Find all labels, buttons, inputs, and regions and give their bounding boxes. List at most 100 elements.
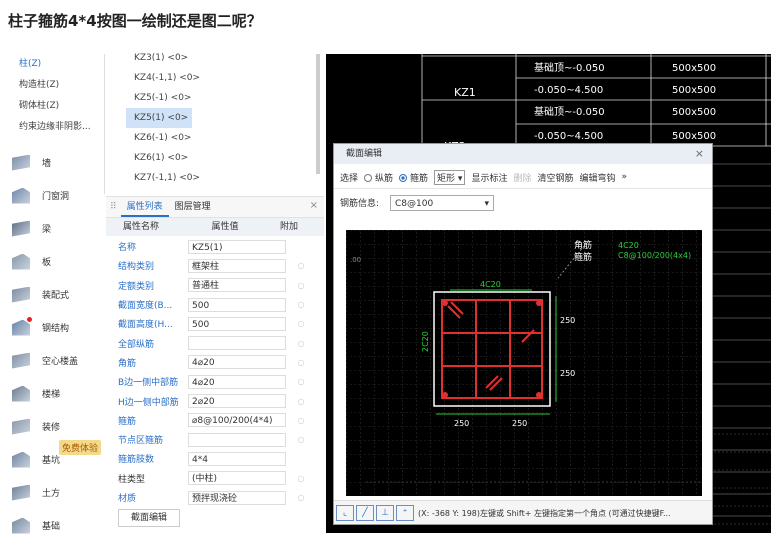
property-value-field[interactable]: 2⌀20 (188, 394, 286, 409)
stirrup-label: 箍筋 (574, 251, 592, 263)
hollow-floor-icon (12, 352, 30, 369)
software-panel: 柱(Z) 构造柱(Z) 砌体柱(Z) 约束边缘非阴影... KZ3(1) <0> KZ4… (8, 48, 326, 534)
column-name-kz1: KZ1 (454, 86, 476, 99)
decoration-icon (12, 418, 30, 435)
free-trial-badge[interactable]: 免费体验 (59, 440, 102, 455)
extra-checkbox[interactable]: ○ (286, 493, 316, 502)
property-value-field[interactable]: 普通柱 (188, 278, 286, 293)
radio-longitudinal[interactable]: 纵筋 (364, 171, 393, 184)
nav-item[interactable]: 板 (8, 245, 108, 278)
property-value-field[interactable]: 500 (188, 316, 286, 331)
property-value-field[interactable]: 框架柱 (188, 258, 286, 273)
grid (346, 230, 702, 496)
nav-item[interactable]: 钢结构 (8, 311, 108, 344)
property-row: 截面高度(H... 500 ○ (106, 314, 324, 333)
extra-checkbox[interactable]: ○ (286, 397, 316, 406)
toolbar-more-icon[interactable]: » (622, 172, 628, 182)
property-value-field[interactable]: 4*4 (188, 451, 286, 466)
section-edit-button[interactable]: 截面编辑 (118, 509, 180, 527)
select-tool[interactable]: 选择 (340, 171, 358, 184)
close-icon[interactable]: × (695, 144, 704, 164)
property-name: 截面宽度(B... (118, 301, 173, 312)
property-row: 箍筋 ⌀8@100/200(4*4) ○ (106, 411, 324, 430)
close-icon[interactable]: × (310, 200, 318, 211)
property-value-field[interactable]: 预拌现浇砼 (188, 490, 286, 505)
extra-checkbox[interactable]: ○ (286, 474, 316, 483)
component-item[interactable]: KZ5(1) <0> (126, 108, 192, 128)
property-value-field[interactable] (188, 336, 286, 351)
offset-icon[interactable]: ⁺ (396, 505, 414, 521)
corner-bar (536, 392, 542, 398)
tab-layer-management[interactable]: 图层管理 (169, 197, 217, 217)
component-item[interactable]: KZ5(-1) <0> (126, 88, 306, 108)
notification-dot (27, 317, 32, 322)
category-item[interactable]: 约束边缘非阴影... (8, 117, 96, 138)
draw-rect-icon[interactable]: ⌞ (336, 505, 354, 521)
nav-item[interactable]: 墙 (8, 146, 108, 179)
earthwork-icon (12, 484, 30, 501)
extra-checkbox[interactable]: ○ (286, 358, 316, 367)
component-item[interactable]: KZ7(-1,1) <0> (126, 168, 306, 188)
property-value-field[interactable] (188, 432, 286, 447)
corner-rebar-label: 角筋 (574, 239, 592, 251)
nav-item[interactable]: 梁 (8, 212, 108, 245)
slab-icon (12, 253, 30, 270)
module-nav: 墙门窗洞梁板装配式 钢结构 空心楼盖 楼梯 装修 基坑 土方 基础 (8, 146, 108, 542)
property-value-field[interactable]: 4⌀20 (188, 374, 286, 389)
property-name: 结构类别 (118, 262, 155, 273)
category-item[interactable]: 柱(Z) (8, 54, 96, 75)
property-value-field[interactable]: ⌀8@100/200(4*4) (188, 413, 286, 428)
clear-rebar-button[interactable]: 清空钢筋 (537, 171, 573, 184)
nav-item[interactable]: 土方 (8, 476, 108, 509)
nav-item[interactable]: 装修 (8, 410, 108, 443)
rebar-info-label: 钢筋信息: (340, 199, 380, 209)
drag-handle-icon[interactable]: ⠿ (110, 202, 117, 212)
extra-checkbox[interactable]: ○ (286, 261, 316, 270)
component-item[interactable]: KZ4(-1,1) <0> (126, 68, 306, 88)
property-name: 箍筋 (118, 416, 137, 427)
shape-dropdown[interactable]: 矩形 ▾ (434, 169, 466, 185)
nav-item[interactable]: 门窗洞 (8, 179, 108, 212)
section-size-text: 500x500 (672, 85, 716, 96)
show-label-button[interactable]: 显示标注 (471, 171, 507, 184)
component-list: KZ3(1) <0> KZ4(-1,1) <0> KZ5(-1) <0> KZ5(1)… (126, 48, 306, 188)
component-list-scrollbar[interactable] (316, 54, 320, 174)
component-item[interactable]: KZ3(1) <0> (126, 48, 306, 68)
extra-checkbox[interactable]: ○ (286, 416, 316, 425)
category-item[interactable]: 构造柱(Z) (8, 75, 96, 96)
extra-checkbox[interactable]: ○ (286, 319, 316, 328)
dim-250-right-2: 250 (560, 369, 575, 378)
nav-item[interactable]: 楼梯 (8, 377, 108, 410)
extra-checkbox[interactable]: ○ (286, 300, 316, 309)
edit-hook-button[interactable]: 编辑弯钩 (580, 171, 616, 184)
section-size-text: 500x500 (672, 107, 716, 118)
component-item[interactable]: KZ6(1) <0> (126, 148, 306, 168)
property-row: 结构类别 框架柱 ○ (106, 256, 324, 275)
nav-item[interactable]: 空心楼盖 (8, 344, 108, 377)
rebar-info-select[interactable]: C8@100 ▾ (390, 195, 494, 211)
scroll-up-icon[interactable]: ^ (8, 0, 16, 7)
orthogonal-icon[interactable]: ⊥ (376, 505, 394, 521)
component-item[interactable]: KZ6(-1) <0> (126, 128, 306, 148)
delete-button[interactable]: 删除 (513, 171, 531, 184)
section-canvas[interactable]: .00 角筋 箍筋 4C20 C8@100/200(4x4) 4C20 2C20 (346, 230, 702, 496)
shape-dropdown-label: 矩形 (437, 173, 456, 184)
tab-attribute-list[interactable]: 属性列表 (120, 197, 169, 217)
extra-checkbox[interactable]: ○ (286, 281, 316, 290)
nav-item-label: 基础 (42, 522, 61, 532)
property-value-field[interactable]: (中柱) (188, 471, 286, 486)
radio-stirrup[interactable]: 箍筋 (399, 171, 428, 184)
dim-250-bottom-2: 250 (512, 419, 527, 428)
property-value-field[interactable]: 500 (188, 297, 286, 312)
category-item[interactable]: 砌体柱(Z) (8, 96, 96, 117)
corner-bar (442, 392, 448, 398)
property-value-field[interactable]: 4⌀20 (188, 355, 286, 370)
nav-item[interactable]: 基础 (8, 509, 108, 542)
nav-item[interactable]: 装配式 (8, 278, 108, 311)
extra-checkbox[interactable]: ○ (286, 339, 316, 348)
extra-checkbox[interactable]: ○ (286, 377, 316, 386)
extra-checkbox[interactable]: ○ (286, 435, 316, 444)
stair-icon (12, 385, 30, 402)
property-value-field[interactable]: KZ5(1) (188, 239, 286, 254)
draw-line-icon[interactable]: ╱ (356, 505, 374, 521)
